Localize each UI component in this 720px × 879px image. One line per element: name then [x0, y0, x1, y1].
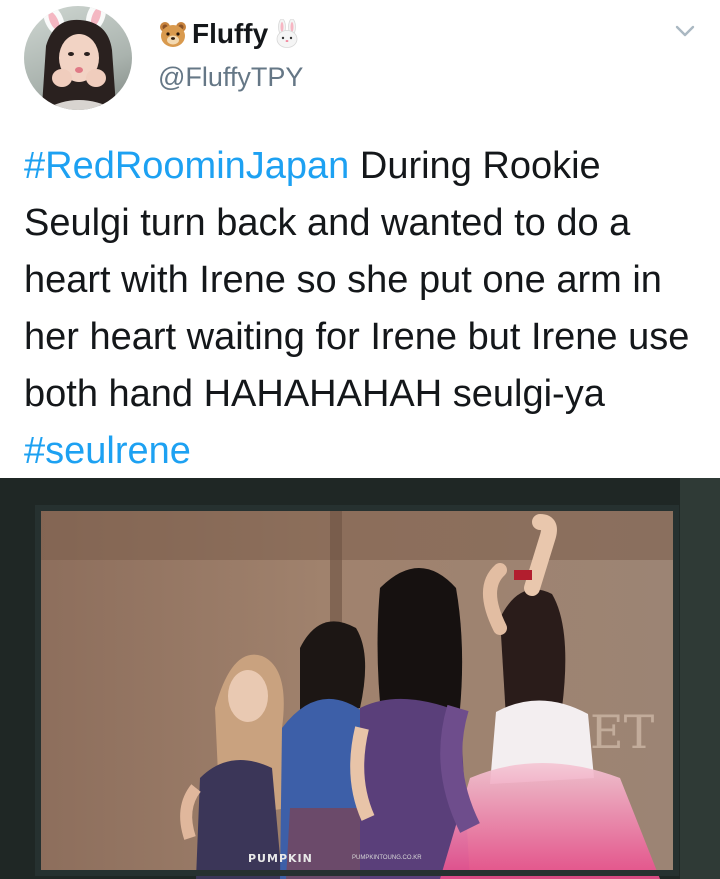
stage-letters: ET — [590, 705, 655, 759]
avatar[interactable] — [24, 6, 132, 110]
chevron-down-icon[interactable] — [672, 18, 698, 44]
rabbit-face-icon — [276, 19, 298, 48]
media-watermark: PUMPKIN — [248, 852, 313, 865]
display-name-text: Fluffy — [192, 18, 269, 49]
tweet-card: Fluffy @FluffyTPY #RedRoominJapan During… — [0, 0, 720, 879]
tweet-text: #RedRoominJapan During Rookie Seulgi tur… — [24, 138, 704, 480]
username[interactable]: @FluffyTPY — [158, 62, 303, 93]
media-watermark-url: PUMPKINTOUNG.CO.KR — [352, 855, 422, 861]
display-name[interactable]: Fluffy — [158, 18, 302, 50]
hashtag-link[interactable]: #RedRoominJapan — [24, 145, 349, 187]
tweet-media-image[interactable]: ET PUMPKIN PUMPKINTOUNG.CO.KR — [0, 478, 720, 879]
bear-face-icon — [160, 22, 186, 47]
hashtag-link[interactable]: #seulrene — [24, 430, 191, 472]
